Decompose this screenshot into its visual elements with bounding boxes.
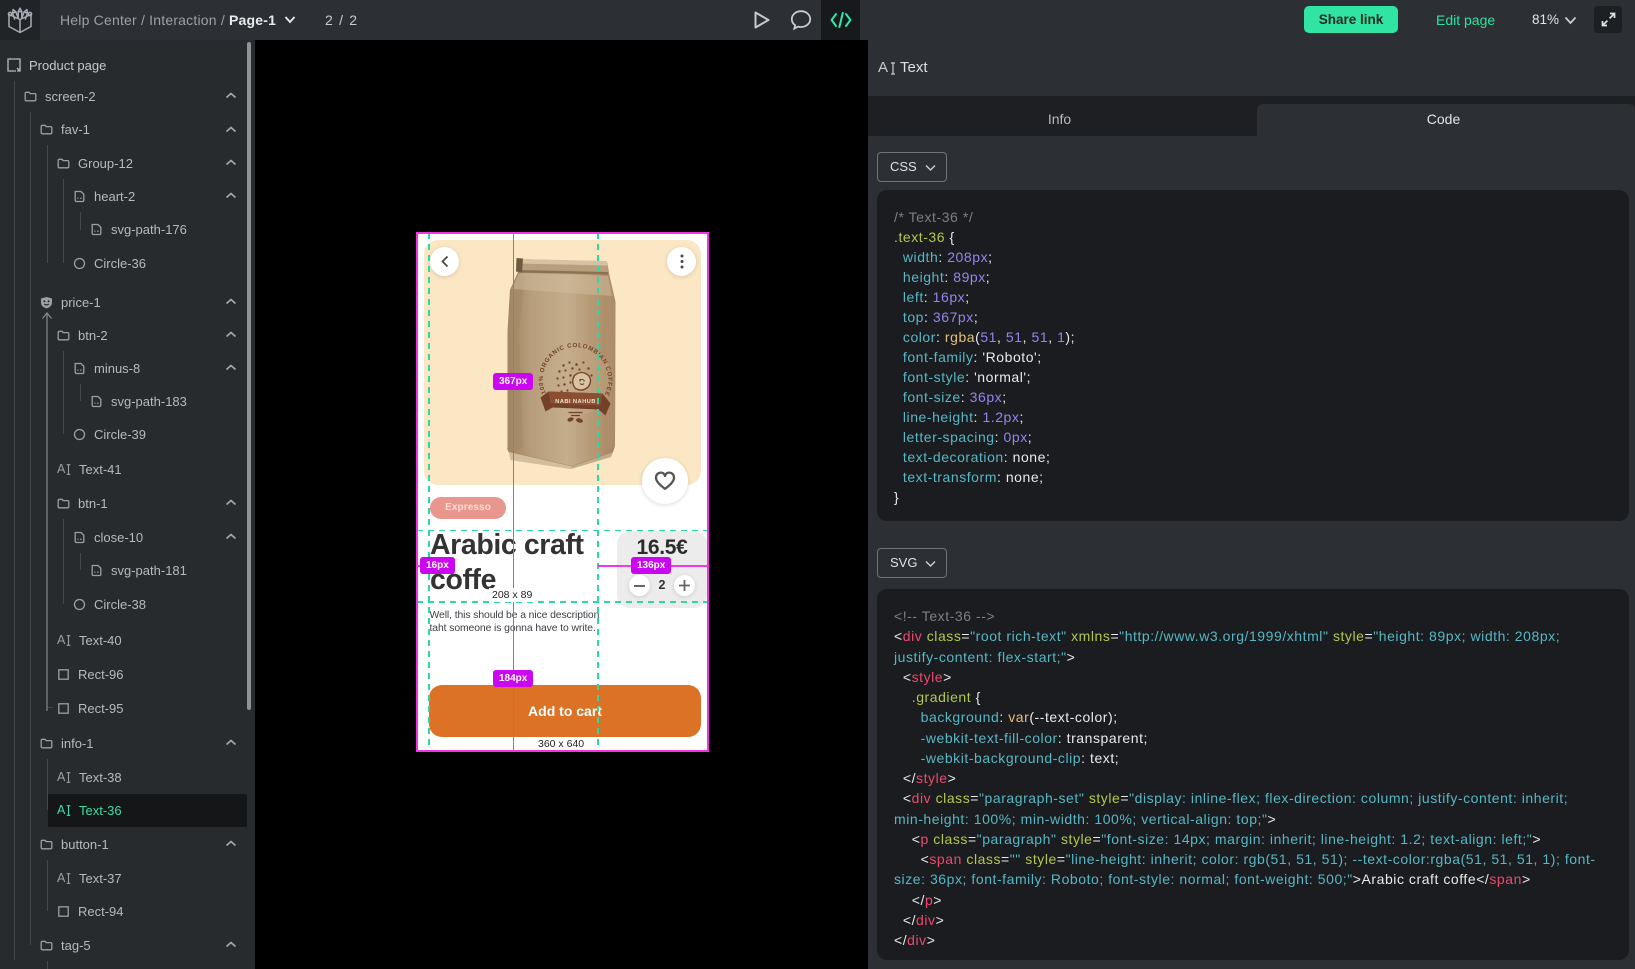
svg-text:NABI NAHUB: NABI NAHUB: [555, 399, 596, 405]
